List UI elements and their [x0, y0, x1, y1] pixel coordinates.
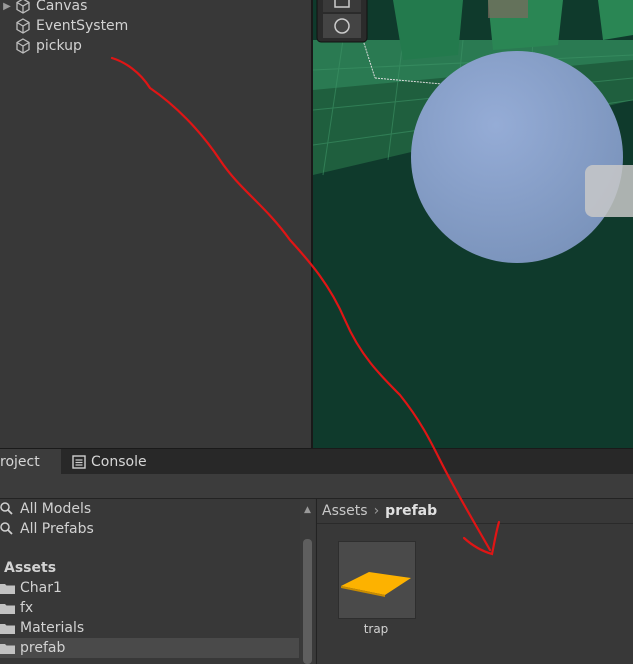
- gameobject-cube-icon: [16, 18, 30, 34]
- favorite-all-models[interactable]: All Models: [0, 499, 299, 519]
- project-panel: roject Console All Models All Prefabs As…: [0, 448, 633, 664]
- folder-icon: [0, 581, 20, 595]
- tab-console[interactable]: Console: [62, 449, 162, 475]
- folder-icon: [0, 621, 20, 635]
- tab-bar: roject Console: [0, 448, 633, 475]
- hierarchy-item-label: pickup: [36, 38, 82, 54]
- folder-item-prefab[interactable]: prefab: [0, 638, 299, 658]
- folder-item-fx[interactable]: fx: [0, 598, 299, 618]
- asset-tile-trap[interactable]: [338, 541, 416, 619]
- console-icon: [72, 455, 86, 469]
- hierarchy-item-label: EventSystem: [36, 18, 129, 34]
- favorite-all-prefabs[interactable]: All Prefabs: [0, 519, 299, 539]
- hierarchy-item-eventsystem[interactable]: EventSystem: [0, 16, 128, 36]
- folder-tree-scrollbar[interactable]: ▲: [300, 499, 315, 664]
- folder-icon: [0, 601, 20, 615]
- asset-label: trap: [363, 622, 389, 636]
- assets-root[interactable]: Assets: [0, 558, 299, 578]
- hierarchy-panel: ▶ Canvas EventSystem pickup: [0, 0, 311, 448]
- folder-icon: [0, 641, 20, 655]
- breadcrumb-prefab[interactable]: prefab: [385, 503, 437, 519]
- search-icon: [0, 522, 20, 536]
- hierarchy-item-label: Canvas: [36, 0, 88, 14]
- breadcrumb: Assets › prefab: [317, 499, 633, 524]
- scene-view[interactable]: [313, 0, 633, 448]
- pickup-sphere[interactable]: [411, 51, 623, 263]
- tab-project[interactable]: roject: [0, 449, 61, 475]
- breadcrumb-assets[interactable]: Assets: [317, 503, 368, 519]
- expand-arrow-icon[interactable]: ▶: [0, 1, 14, 12]
- search-icon: [0, 502, 20, 516]
- gameobject-cube-icon: [16, 38, 30, 54]
- scene-render[interactable]: [313, 0, 633, 448]
- scrollbar-thumb[interactable]: [303, 539, 312, 664]
- project-folder-tree: All Models All Prefabs Assets Char1 fx M…: [0, 499, 315, 664]
- gameobject-cube-icon: [16, 0, 30, 14]
- hierarchy-item-pickup[interactable]: pickup: [0, 36, 82, 56]
- trap-prefab-icon: [341, 572, 411, 597]
- scroll-up-arrow-icon[interactable]: ▲: [303, 505, 312, 515]
- hierarchy-item-canvas[interactable]: ▶ Canvas: [0, 0, 87, 16]
- folder-item-char1[interactable]: Char1: [0, 578, 299, 598]
- project-toolbar: [0, 474, 633, 499]
- folder-item-materials[interactable]: Materials: [0, 618, 299, 638]
- camera-gizmo-icon: [585, 165, 633, 217]
- breadcrumb-separator-icon: ›: [373, 503, 380, 519]
- asset-browser: Assets › prefab trap: [316, 499, 633, 664]
